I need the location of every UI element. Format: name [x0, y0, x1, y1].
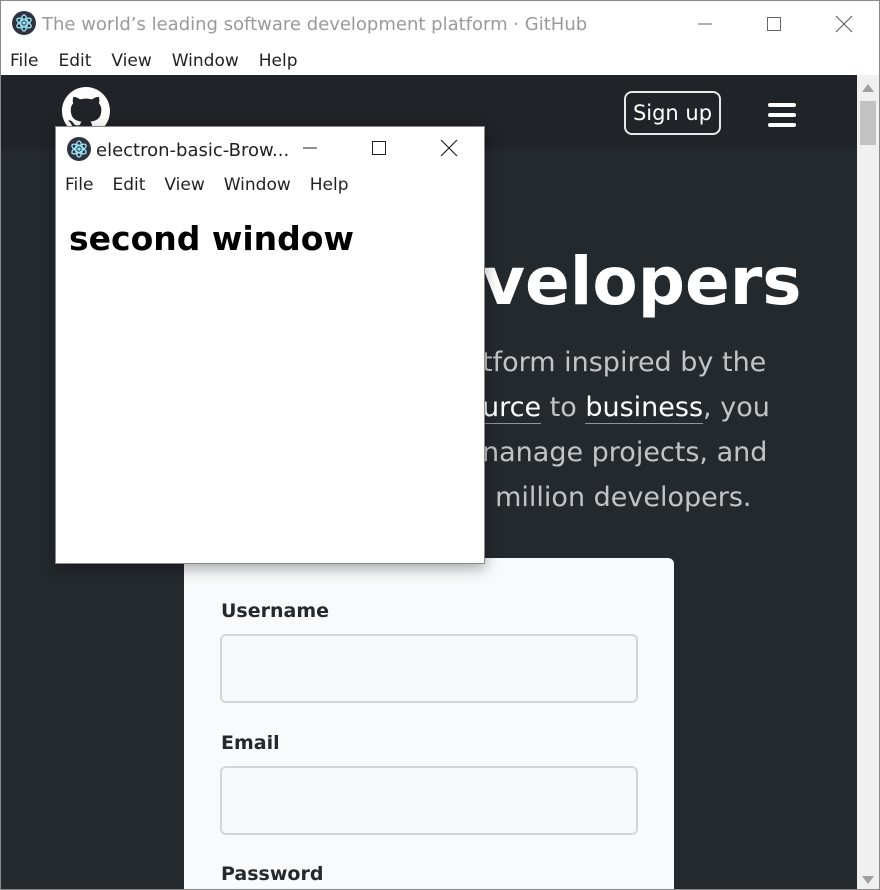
electron-app-icon: [67, 137, 91, 161]
close-button[interactable]: [809, 1, 879, 47]
child-menubar: File Edit View Window Help: [56, 171, 484, 199]
scroll-thumb[interactable]: [860, 101, 876, 145]
child-minimize-button[interactable]: [275, 127, 345, 169]
vertical-scrollbar[interactable]: [857, 75, 879, 889]
maximize-icon: [767, 17, 781, 31]
hero-line-2-tail: , you: [703, 392, 770, 423]
close-icon: [835, 15, 853, 33]
scroll-up-icon[interactable]: [862, 84, 874, 92]
sign-up-button[interactable]: Sign up: [624, 91, 721, 135]
hero-title: velopers: [482, 243, 802, 320]
maximize-button[interactable]: [739, 1, 809, 47]
child-menu-window[interactable]: Window: [224, 175, 291, 195]
signup-form: Username Email Password: [184, 558, 674, 889]
username-input[interactable]: [220, 634, 638, 703]
scroll-down-icon[interactable]: [862, 876, 874, 884]
minimize-icon: [698, 23, 712, 25]
business-link[interactable]: business: [585, 392, 704, 424]
child-menu-view[interactable]: View: [164, 175, 204, 195]
minimize-button[interactable]: [670, 1, 740, 47]
menu-view[interactable]: View: [111, 51, 151, 71]
email-input[interactable]: [220, 766, 638, 835]
menu-file[interactable]: File: [10, 51, 38, 71]
email-label: Email: [221, 732, 280, 754]
hamburger-icon[interactable]: [768, 103, 796, 127]
child-window-title: electron-basic-Brow...: [96, 140, 290, 161]
hero-line-4: ) million developers.: [476, 482, 752, 513]
minimize-icon: [303, 147, 317, 149]
hero-line-3: nanage projects, and: [482, 437, 768, 468]
child-window: electron-basic-Brow... File Edit View Wi…: [55, 126, 485, 564]
child-menu-edit[interactable]: Edit: [112, 175, 145, 195]
main-titlebar[interactable]: The world’s leading software development…: [1, 1, 879, 47]
hero-line-1: tform inspired by the: [482, 347, 767, 378]
child-heading: second window: [69, 219, 354, 258]
username-label: Username: [221, 600, 330, 622]
menu-edit[interactable]: Edit: [58, 51, 91, 71]
main-menubar: File Edit View Window Help: [1, 47, 879, 75]
maximize-icon: [372, 141, 386, 155]
main-window-title: The world’s leading software development…: [42, 14, 588, 35]
password-label: Password: [221, 863, 324, 885]
close-icon: [440, 139, 458, 157]
child-close-button[interactable]: [414, 127, 484, 169]
open-source-link[interactable]: urce: [482, 392, 542, 424]
child-menu-file[interactable]: File: [65, 175, 93, 195]
child-menu-help[interactable]: Help: [310, 175, 349, 195]
child-maximize-button[interactable]: [344, 127, 414, 169]
menu-help[interactable]: Help: [259, 51, 298, 71]
hero-line-2-text: to: [541, 392, 586, 423]
electron-app-icon: [12, 11, 36, 35]
menu-window[interactable]: Window: [172, 51, 239, 71]
hero-line-2: urce to business, you: [482, 392, 770, 424]
